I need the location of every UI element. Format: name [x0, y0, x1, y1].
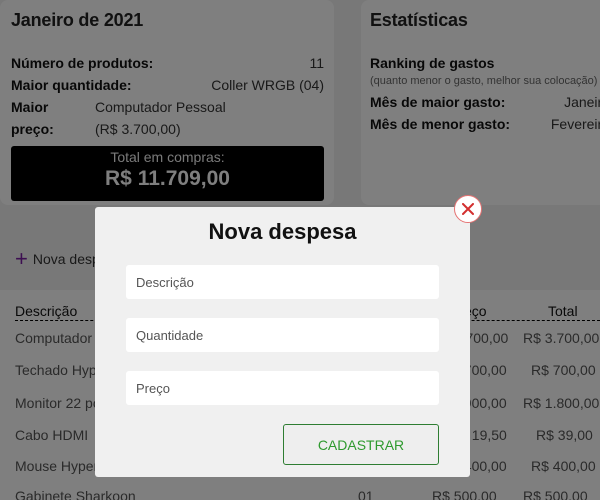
price-input[interactable]: [126, 371, 439, 405]
quantity-input[interactable]: [126, 318, 439, 352]
submit-button[interactable]: CADASTRAR: [283, 424, 439, 465]
modal-title: Nova despesa: [208, 219, 357, 244]
new-expense-modal: Nova despesa CADASTRAR: [95, 207, 470, 477]
close-modal-button[interactable]: [454, 195, 482, 223]
close-icon: [462, 203, 474, 215]
description-input[interactable]: [126, 265, 439, 299]
